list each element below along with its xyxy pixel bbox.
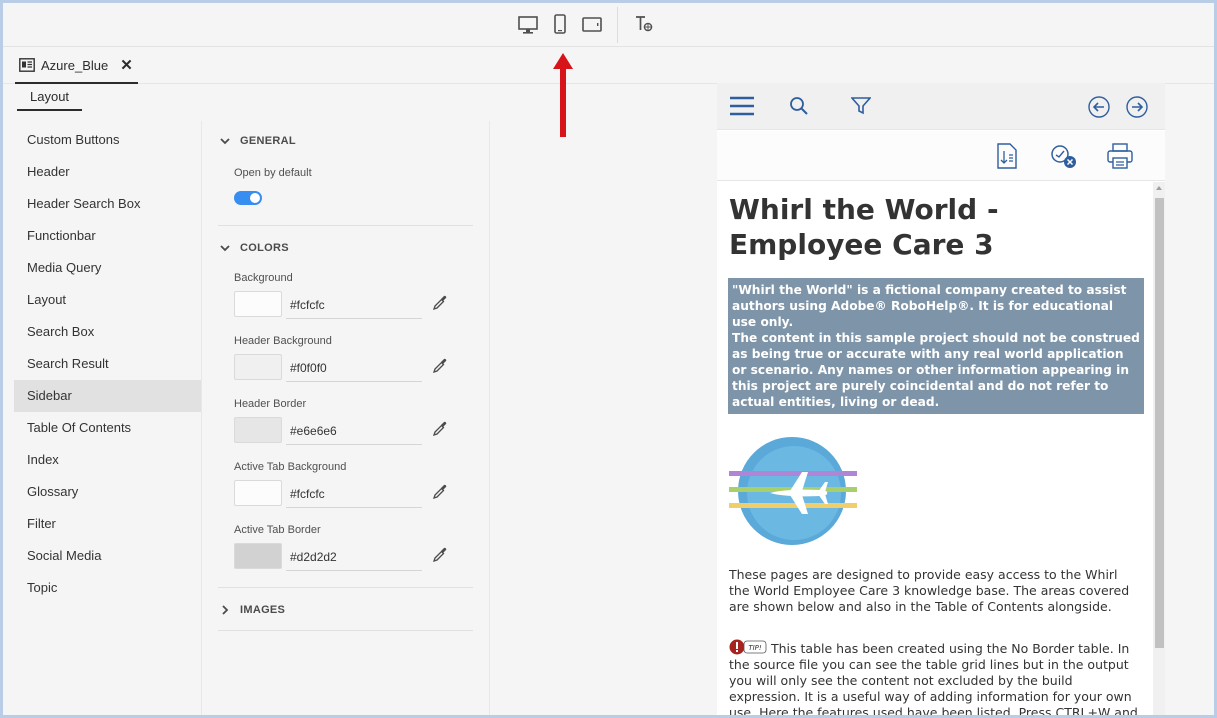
sidebar-item-custom-buttons[interactable]: Custom Buttons [14, 124, 202, 156]
toolbar-separator [617, 7, 618, 43]
eyedropper-icon[interactable] [432, 295, 448, 311]
preview-scrollbar[interactable] [1153, 182, 1165, 715]
header-border-label: Header Border [234, 398, 307, 410]
next-icon[interactable] [1126, 96, 1148, 118]
document-tab-bar: Azure_Blue ✕ [3, 48, 1214, 84]
scroll-up-icon[interactable] [1156, 186, 1162, 190]
topic-title: Whirl the World - Employee Care 3 [729, 193, 999, 261]
section-divider [218, 225, 473, 226]
chevron-down-icon [220, 245, 230, 252]
sidebar-item-layout[interactable]: Layout [14, 284, 202, 316]
sidebar-item-sidebar[interactable]: Sidebar [14, 380, 202, 412]
settings-nav: Custom Buttons Header Header Search Box Fun… [14, 124, 202, 604]
active-tab-background-input[interactable] [286, 480, 422, 508]
active-tab-background-row [234, 480, 473, 510]
header-border-input[interactable] [286, 417, 422, 445]
header-border-swatch[interactable] [234, 417, 282, 443]
sidebar-item-glossary[interactable]: Glossary [14, 476, 202, 508]
mobile-icon[interactable] [549, 13, 571, 35]
disclaimer-line: "Whirl the World" is a fictional company… [732, 283, 1127, 329]
section-images-title: IMAGES [240, 604, 286, 616]
active-tab-border-input[interactable] [286, 543, 422, 571]
header-background-input[interactable] [286, 354, 422, 382]
active-tab-border-swatch[interactable] [234, 543, 282, 569]
header-background-row [234, 354, 473, 384]
menu-icon[interactable] [729, 95, 755, 117]
preview-header [717, 83, 1165, 130]
sidebar-item-social-media[interactable]: Social Media [14, 540, 202, 572]
nav-divider [201, 121, 202, 715]
preview-function-bar [717, 131, 1165, 181]
disclaimer-line: The content in this sample project shoul… [732, 331, 1140, 409]
tab-layout[interactable]: Layout [17, 83, 83, 111]
section-divider [218, 630, 473, 631]
section-general-title: GENERAL [240, 135, 296, 147]
sidebar-item-table-of-contents[interactable]: Table Of Contents [14, 412, 202, 444]
remove-highlight-icon[interactable] [1049, 143, 1077, 169]
eyedropper-icon[interactable] [432, 484, 448, 500]
annotation-arrow [553, 53, 573, 137]
chevron-down-icon [220, 138, 230, 145]
document-tab-label: Azure_Blue [41, 57, 109, 73]
tablet-icon[interactable] [581, 13, 603, 35]
expand-all-icon[interactable] [996, 143, 1018, 169]
app-window: Azure_Blue ✕ Layout Custom Buttons Header… [3, 3, 1214, 715]
open-by-default-toggle[interactable] [234, 191, 262, 205]
filter-icon[interactable] [851, 96, 871, 116]
sidebar-item-header[interactable]: Header [14, 156, 202, 188]
open-by-default-label: Open by default [234, 167, 312, 179]
preview-content: Whirl the World - Employee Care 3 "Whirl… [717, 182, 1154, 715]
header-border-row [234, 417, 473, 447]
close-icon[interactable]: ✕ [120, 56, 133, 74]
whirl-logo-image [729, 437, 857, 545]
section-divider [218, 587, 473, 588]
sidebar-item-media-query[interactable]: Media Query [14, 252, 202, 284]
active-tab-background-swatch[interactable] [234, 480, 282, 506]
header-background-swatch[interactable] [234, 354, 282, 380]
section-colors-title: COLORS [240, 242, 289, 254]
previous-icon[interactable] [1088, 96, 1110, 118]
header-background-label: Header Background [234, 335, 332, 347]
tip-text: This table has been created using the No… [729, 641, 1138, 715]
sidebar-item-search-box[interactable]: Search Box [14, 316, 202, 348]
sidebar-item-topic[interactable]: Topic [14, 572, 202, 604]
text-preview-icon[interactable] [633, 13, 655, 35]
tip-label: TIP! [748, 644, 762, 652]
section-colors-header[interactable]: COLORS [218, 230, 473, 266]
section-general-header[interactable]: GENERAL [218, 123, 473, 159]
background-row [234, 291, 473, 321]
sidebar-item-filter[interactable]: Filter [14, 508, 202, 540]
background-swatch[interactable] [234, 291, 282, 317]
settings-panel: GENERAL Open by default COLORS Backgroun… [218, 123, 473, 631]
scrollbar-thumb[interactable] [1155, 198, 1164, 648]
eyedropper-icon[interactable] [432, 421, 448, 437]
intro-paragraph: These pages are designed to provide easy… [729, 567, 1130, 614]
active-tab-border-row [234, 543, 473, 573]
document-icon [19, 58, 35, 72]
active-tab-background-label: Active Tab Background [234, 461, 347, 473]
preview-pane: Whirl the World - Employee Care 3 "Whirl… [717, 83, 1165, 715]
active-tab-border-label: Active Tab Border [234, 524, 321, 536]
color-fields: Background Header Background Header Border… [218, 272, 473, 573]
sidebar-item-header-search-box[interactable]: Header Search Box [14, 188, 202, 220]
sidebar-item-functionbar[interactable]: Functionbar [14, 220, 202, 252]
chevron-right-icon [222, 605, 229, 615]
eyedropper-icon[interactable] [432, 547, 448, 563]
disclaimer-box: "Whirl the World" is a fictional company… [728, 278, 1144, 414]
eyedropper-icon[interactable] [432, 358, 448, 374]
document-tab[interactable]: Azure_Blue ✕ [15, 48, 138, 84]
panel-divider [489, 121, 490, 715]
tip-icon: TIP! [729, 639, 767, 655]
search-icon[interactable] [789, 96, 809, 116]
preview-toolbar [3, 3, 1214, 47]
sidebar-item-index[interactable]: Index [14, 444, 202, 476]
print-icon[interactable] [1107, 143, 1133, 169]
section-images-header[interactable]: IMAGES [218, 592, 473, 628]
sidebar-item-search-result[interactable]: Search Result [14, 348, 202, 380]
background-input[interactable] [286, 291, 422, 319]
tip-paragraph: TIP! This table has been created using t… [729, 639, 1141, 715]
desktop-icon[interactable] [517, 13, 539, 35]
background-label: Background [234, 272, 293, 284]
